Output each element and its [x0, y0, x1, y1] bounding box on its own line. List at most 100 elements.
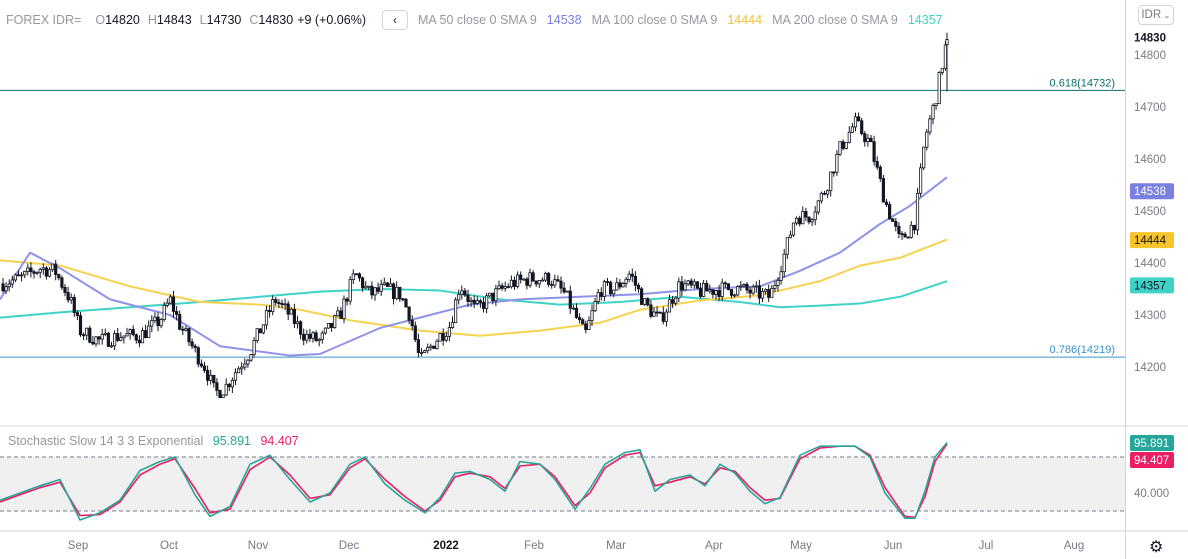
candle-body: [525, 278, 529, 286]
candle-body: [302, 333, 306, 341]
candle-body: [832, 171, 836, 174]
candle-body: [875, 161, 879, 168]
candle-body: [416, 339, 421, 353]
candle-body: [488, 292, 492, 297]
candle-body: [1, 283, 5, 292]
candle-body: [26, 267, 30, 272]
candle-body: [478, 300, 483, 303]
candle-body: [255, 328, 259, 341]
candle-body: [174, 311, 179, 315]
candle-body: [937, 72, 941, 105]
candle-body: [866, 137, 870, 143]
candle-body: [150, 320, 154, 327]
candle-body: [91, 341, 95, 345]
candle-body: [441, 333, 445, 341]
candle-body: [246, 359, 250, 365]
candle-body: [243, 363, 247, 368]
chart-canvas[interactable]: 0.618(14732) 0.786(14219) 14800 14700 14600 1…: [0, 0, 1188, 559]
candle-body: [791, 222, 796, 236]
candle-body: [822, 192, 827, 195]
candle-body: [779, 271, 783, 281]
candle-body: [44, 267, 49, 277]
candle-body: [438, 333, 442, 342]
candle-body: [140, 330, 145, 344]
candle-body: [13, 274, 17, 281]
candle-body: [652, 311, 656, 317]
ma50-label: MA 50 close 0 SMA 9: [417, 13, 537, 27]
candle-body: [457, 293, 461, 301]
candle-body: [54, 263, 58, 275]
candle-body: [881, 178, 886, 203]
gear-icon[interactable]: ⚙: [1149, 537, 1163, 557]
candle-body: [280, 303, 284, 305]
candle-body: [571, 307, 576, 310]
candle-body: [38, 268, 42, 273]
candle-body: [621, 283, 625, 288]
candle-body: [708, 289, 712, 292]
ma200-line: [0, 280, 948, 319]
time-axis-label: Feb: [524, 540, 544, 552]
candle-body: [568, 290, 572, 309]
candle-body: [649, 304, 653, 317]
candle-body: [181, 328, 185, 331]
candle-body: [379, 284, 383, 292]
candle-body: [444, 335, 448, 341]
candle-body: [193, 345, 197, 349]
candle-body: [60, 277, 64, 288]
candle-body: [357, 273, 362, 279]
candle-body: [320, 332, 324, 340]
candle-body: [212, 374, 216, 384]
candle-body: [906, 236, 910, 239]
candle-body: [723, 282, 727, 285]
candle-body: [655, 311, 659, 314]
candle-body: [702, 282, 706, 297]
candle-body: [345, 298, 349, 302]
chevron-down-icon: ⌄: [1163, 9, 1171, 20]
candle-body: [745, 283, 749, 291]
candle-body: [646, 298, 650, 306]
candle-body: [47, 269, 52, 277]
candle-body: [850, 126, 855, 133]
ma100-value: 14444: [727, 13, 763, 27]
candle-body: [593, 301, 597, 312]
candle-body: [333, 315, 337, 328]
candle-body: [57, 274, 61, 279]
candle-body: [773, 285, 777, 289]
candle-body: [429, 345, 433, 348]
candle-body: [934, 103, 938, 106]
candle-body: [184, 328, 188, 331]
close-value: 14830: [258, 13, 294, 27]
candle-body: [838, 141, 842, 155]
candle-body: [317, 338, 321, 342]
stochastic-name: Stochastic Slow 14 3 3 Exponential: [8, 434, 204, 448]
candle-body: [816, 200, 820, 213]
symbol-selector-label: IDR: [1141, 9, 1162, 21]
ma50-price-badge: 14538: [1134, 186, 1166, 198]
candle-body: [584, 323, 588, 331]
candle-body: [940, 67, 944, 73]
candle-body: [760, 291, 765, 299]
candle-body: [903, 233, 907, 238]
collapse-legend-button[interactable]: ‹: [381, 10, 408, 30]
candle-body: [726, 283, 731, 290]
candle-body: [29, 267, 33, 273]
candle-body: [711, 289, 715, 295]
candle-body: [553, 279, 557, 286]
candle-body: [10, 279, 14, 285]
candle-body: [516, 274, 520, 287]
candle-body: [872, 141, 876, 162]
symbol-name: FOREX IDR=: [6, 13, 82, 27]
high-value: 14843: [156, 13, 192, 27]
candle-body: [153, 316, 157, 322]
candle-body: [382, 282, 386, 286]
candle-body: [113, 333, 117, 347]
price-tick-label: 14700: [1134, 102, 1166, 114]
candle-body: [590, 310, 594, 322]
candle-body: [298, 321, 303, 335]
candle-body: [922, 146, 926, 169]
symbol-selector-button[interactable]: IDR ⌄: [1138, 5, 1174, 25]
candle-body: [503, 286, 507, 289]
candle-body: [85, 327, 89, 336]
candle-body: [463, 290, 467, 296]
candle-body: [698, 287, 703, 297]
